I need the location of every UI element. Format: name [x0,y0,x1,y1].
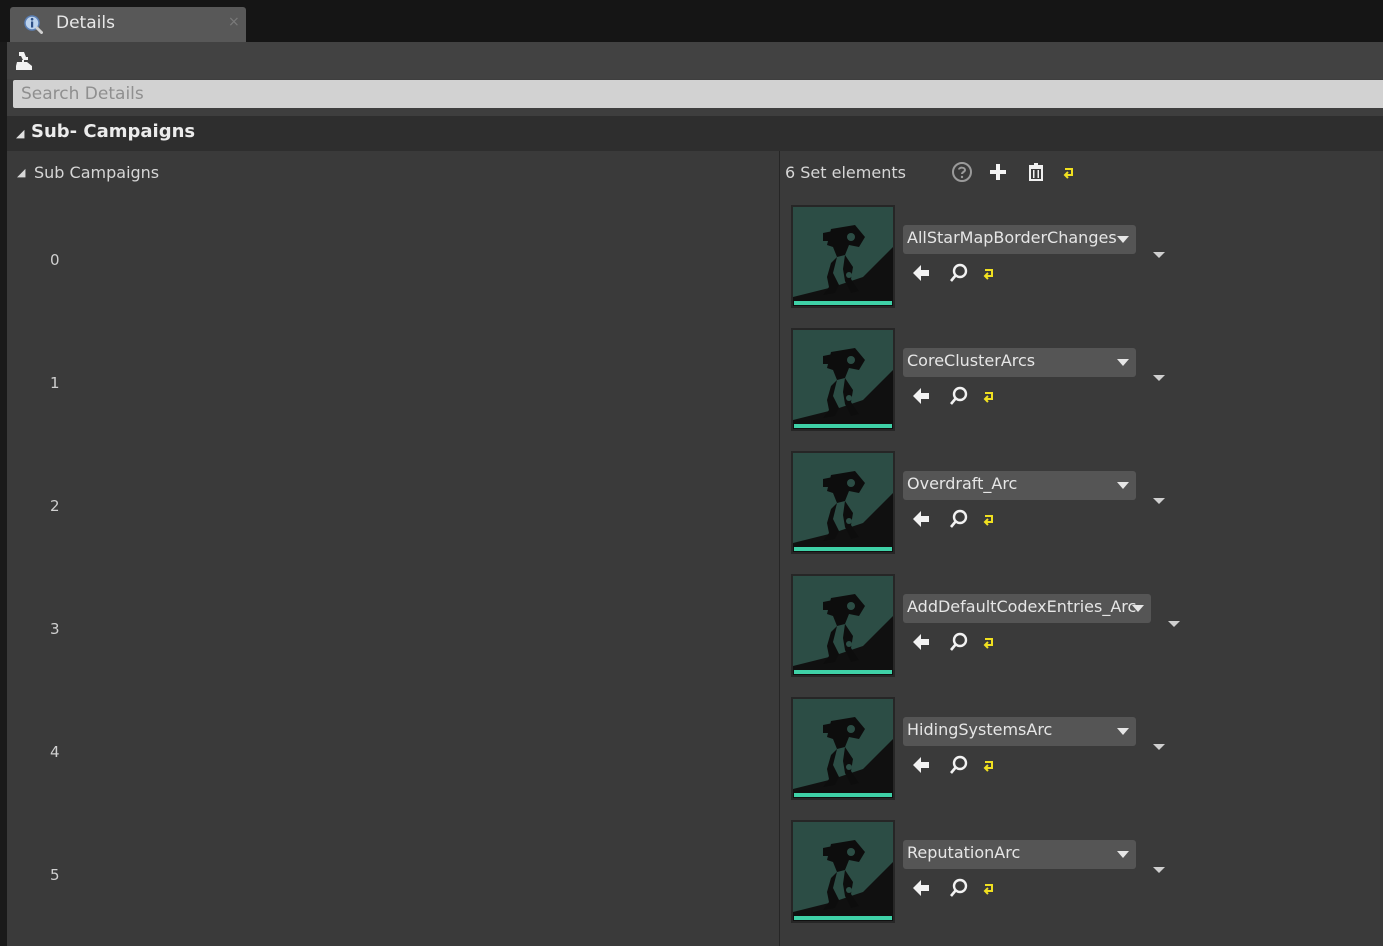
asset-name: ReputationArc [907,843,1021,862]
chevron-down-icon [1117,851,1129,858]
lock-icon[interactable] [13,50,35,72]
element-options-dropdown-icon[interactable] [1153,867,1165,873]
chevron-down-icon [1117,728,1129,735]
element-options-dropdown-icon[interactable] [1153,744,1165,750]
mech-silhouette-icon [793,348,893,429]
details-panel: ◢ Sub- Campaigns ◢ Sub Campaigns 6 Set e… [7,42,1383,946]
magnifier-icon[interactable] [948,754,970,776]
tab-title: Details [56,13,115,33]
set-elements-count: 6 Set elements [785,163,906,182]
reset-arrow-icon[interactable] [979,262,1001,284]
category-title: Sub- Campaigns [31,121,196,142]
asset-picker-combo[interactable]: AddDefaultCodexEntries_Arc [903,594,1151,623]
expand-triangle-icon[interactable]: ◢ [17,166,25,179]
property-content: ◢ Sub Campaigns 6 Set elements 0 AllStarM… [7,151,1383,946]
chevron-down-icon [1117,482,1129,489]
asset-thumbnail[interactable] [791,820,895,923]
asset-thumbnail[interactable] [791,205,895,308]
plus-icon[interactable] [987,161,1009,183]
mech-silhouette-icon [793,840,893,921]
left-arrow-icon[interactable] [910,631,932,653]
asset-thumbnail[interactable] [791,697,895,800]
asset-picker-combo[interactable]: ReputationArc [903,840,1136,869]
element-index: 0 [50,251,60,269]
magnifier-icon[interactable] [948,877,970,899]
asset-name: HidingSystemsArc [907,720,1053,739]
asset-type-bar [794,424,892,428]
asset-name: CoreClusterArcs [907,351,1036,370]
collapse-triangle-icon: ◢ [16,127,25,140]
magnifier-icon[interactable] [948,508,970,530]
element-options-dropdown-icon[interactable] [1153,252,1165,258]
tab-bar: Details × [0,0,1383,42]
element-index: 4 [50,743,60,761]
toolbar [7,42,1383,79]
left-arrow-icon[interactable] [910,508,932,530]
element-index: 5 [50,866,60,884]
left-arrow-icon[interactable] [910,262,932,284]
chevron-down-icon [1117,359,1129,366]
asset-type-bar [794,301,892,305]
left-arrow-icon[interactable] [910,754,932,776]
mech-silhouette-icon [793,225,893,306]
left-arrow-icon[interactable] [910,385,932,407]
close-icon[interactable]: × [228,14,240,30]
info-icon [24,15,43,34]
category-header[interactable]: ◢ Sub- Campaigns [7,116,1383,151]
element-index: 3 [50,620,60,638]
magnifier-icon[interactable] [948,262,970,284]
asset-type-bar [794,793,892,797]
question-circle-icon[interactable] [951,161,973,183]
property-label: Sub Campaigns [34,163,160,182]
asset-thumbnail[interactable] [791,328,895,431]
mech-silhouette-icon [793,471,893,552]
asset-picker-combo[interactable]: AllStarMapBorderChanges [903,225,1136,254]
asset-type-bar [794,547,892,551]
reset-arrow-icon[interactable] [979,754,1001,776]
asset-thumbnail[interactable] [791,574,895,677]
column-divider[interactable] [779,151,780,946]
element-options-dropdown-icon[interactable] [1153,498,1165,504]
chevron-down-icon [1132,605,1144,612]
reset-arrow-icon[interactable] [1059,161,1081,183]
chevron-down-icon [1117,236,1129,243]
search-details-input[interactable] [13,80,1383,108]
magnifier-icon[interactable] [948,385,970,407]
reset-arrow-icon[interactable] [979,877,1001,899]
reset-arrow-icon[interactable] [979,385,1001,407]
asset-thumbnail[interactable] [791,451,895,554]
mech-silhouette-icon [793,594,893,675]
element-index: 2 [50,497,60,515]
asset-name: Overdraft_Arc [907,474,1018,493]
asset-picker-combo[interactable]: Overdraft_Arc [903,471,1136,500]
asset-type-bar [794,670,892,674]
element-options-dropdown-icon[interactable] [1153,375,1165,381]
element-options-dropdown-icon[interactable] [1168,621,1180,627]
asset-name: AllStarMapBorderChanges [907,228,1117,247]
mech-silhouette-icon [793,717,893,798]
reset-arrow-icon[interactable] [979,508,1001,530]
element-index: 1 [50,374,60,392]
reset-arrow-icon[interactable] [979,631,1001,653]
asset-name: AddDefaultCodexEntries_Arc [907,597,1137,616]
asset-picker-combo[interactable]: CoreClusterArcs [903,348,1136,377]
asset-type-bar [794,916,892,920]
trash-icon[interactable] [1025,161,1047,183]
left-arrow-icon[interactable] [910,877,932,899]
asset-picker-combo[interactable]: HidingSystemsArc [903,717,1136,746]
magnifier-icon[interactable] [948,631,970,653]
details-tab[interactable]: Details × [10,7,246,42]
